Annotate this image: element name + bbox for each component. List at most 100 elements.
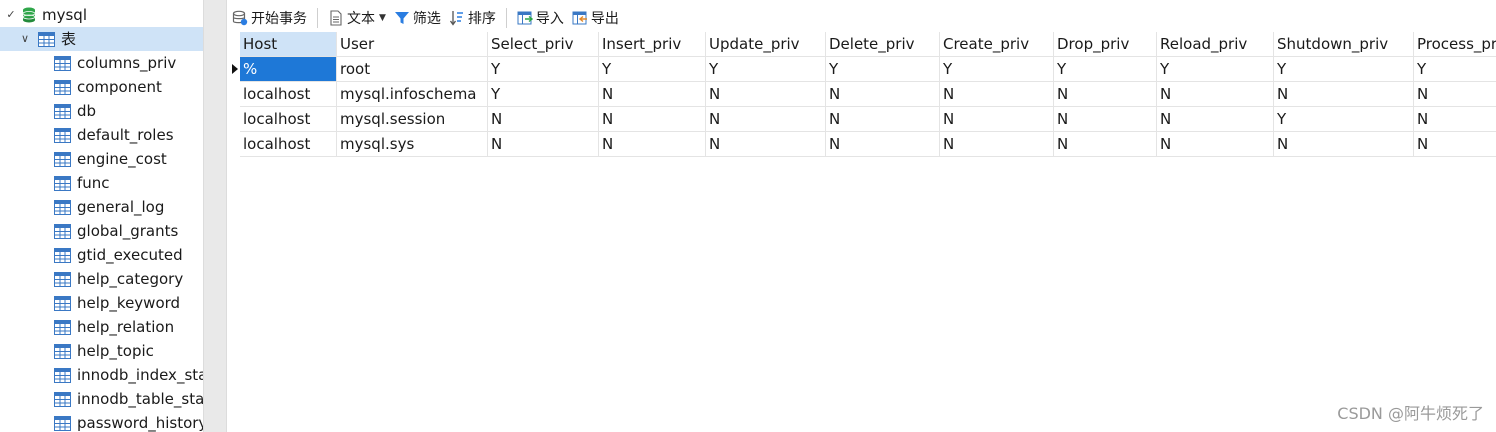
- grid-cell[interactable]: N: [706, 107, 826, 132]
- sidebar-table-item[interactable]: password_history: [54, 411, 203, 432]
- grid-cell[interactable]: Y: [826, 57, 940, 82]
- column-header[interactable]: Insert_priv: [599, 32, 706, 57]
- column-header[interactable]: Select_priv: [488, 32, 599, 57]
- row-indicator[interactable]: [228, 57, 240, 82]
- grid-cell[interactable]: Y: [599, 57, 706, 82]
- grid-cell[interactable]: N: [1157, 82, 1274, 107]
- table-row[interactable]: localhost mysql.infoschema Y N N N N N N N N: [228, 82, 1496, 107]
- chevron-down-icon[interactable]: ∨: [18, 27, 32, 51]
- tables-label: 表: [61, 30, 77, 48]
- grid-cell[interactable]: N: [599, 107, 706, 132]
- grid-cell[interactable]: Y: [488, 57, 599, 82]
- export-label: 导出: [590, 11, 619, 27]
- grid-cell[interactable]: N: [1054, 107, 1157, 132]
- column-header[interactable]: Shutdown_priv: [1274, 32, 1414, 57]
- grid-cell[interactable]: mysql.sys: [337, 132, 488, 157]
- column-header[interactable]: Process_pr: [1414, 32, 1496, 57]
- column-header[interactable]: Reload_priv: [1157, 32, 1274, 57]
- grid-cell[interactable]: N: [940, 107, 1054, 132]
- column-header[interactable]: Drop_priv: [1054, 32, 1157, 57]
- grid-cell[interactable]: root: [337, 57, 488, 82]
- tree-node-tables[interactable]: ∨ 表: [0, 27, 203, 51]
- grid-cell[interactable]: N: [940, 82, 1054, 107]
- row-indicator[interactable]: [228, 107, 240, 132]
- sidebar-table-item[interactable]: default_roles: [54, 123, 174, 147]
- grid-cell[interactable]: N: [1274, 82, 1414, 107]
- grid-cell[interactable]: N: [940, 132, 1054, 157]
- sidebar-table-item[interactable]: help_topic: [54, 339, 154, 363]
- sidebar-table-item[interactable]: innodb_index_sta: [54, 363, 203, 387]
- sidebar-table-item[interactable]: general_log: [54, 195, 164, 219]
- table-row[interactable]: % root Y Y Y Y Y Y Y Y Y: [228, 57, 1496, 82]
- tree-node-database[interactable]: ✓ mysql: [4, 3, 87, 27]
- grid-cell[interactable]: Y: [940, 57, 1054, 82]
- sidebar-table-item[interactable]: component: [54, 75, 162, 99]
- sidebar-table-item[interactable]: help_relation: [54, 315, 174, 339]
- grid-cell[interactable]: mysql.session: [337, 107, 488, 132]
- sidebar-table-label: columns_priv: [77, 54, 177, 72]
- grid-cell[interactable]: N: [1157, 132, 1274, 157]
- grid-header-row[interactable]: Host User Select_priv Insert_priv Update_pri…: [228, 32, 1496, 57]
- column-header[interactable]: User: [337, 32, 488, 57]
- grid-cell[interactable]: N: [1414, 107, 1496, 132]
- grid-cell[interactable]: Y: [706, 57, 826, 82]
- grid-cell[interactable]: N: [826, 82, 940, 107]
- import-label: 导入: [535, 11, 564, 27]
- dropdown-arrow-icon[interactable]: ▼: [379, 13, 386, 23]
- grid-cell[interactable]: N: [1414, 82, 1496, 107]
- grid-cell[interactable]: N: [706, 82, 826, 107]
- sidebar-table-label: innodb_table_sta: [77, 390, 203, 408]
- column-header[interactable]: Host: [240, 32, 337, 57]
- chevron-down-icon[interactable]: ✓: [4, 3, 18, 27]
- grid-cell[interactable]: N: [1157, 107, 1274, 132]
- row-indicator[interactable]: [228, 132, 240, 157]
- sidebar-table-item[interactable]: help_keyword: [54, 291, 180, 315]
- sort-button[interactable]: 排序: [445, 5, 500, 31]
- grid-cell[interactable]: N: [826, 107, 940, 132]
- row-indicator[interactable]: [228, 82, 240, 107]
- column-header[interactable]: Delete_priv: [826, 32, 940, 57]
- table-row[interactable]: localhost mysql.session N N N N N N N Y N: [228, 107, 1496, 132]
- sidebar-scrollbar[interactable]: [203, 0, 227, 432]
- grid-cell[interactable]: N: [1414, 132, 1496, 157]
- grid-cell[interactable]: N: [1274, 132, 1414, 157]
- sidebar-table-label: db: [77, 102, 97, 120]
- sidebar-table-item[interactable]: engine_cost: [54, 147, 167, 171]
- column-header[interactable]: Update_priv: [706, 32, 826, 57]
- grid-cell[interactable]: N: [1054, 132, 1157, 157]
- grid-cell[interactable]: N: [488, 107, 599, 132]
- grid-cell[interactable]: N: [599, 132, 706, 157]
- sidebar-table-item[interactable]: columns_priv: [54, 51, 176, 75]
- grid-cell[interactable]: Y: [1054, 57, 1157, 82]
- grid-cell[interactable]: N: [826, 132, 940, 157]
- filter-button[interactable]: 筛选: [390, 5, 445, 31]
- grid-cell[interactable]: Y: [1414, 57, 1496, 82]
- grid-cell[interactable]: %: [240, 57, 337, 82]
- grid-cell[interactable]: N: [599, 82, 706, 107]
- import-button[interactable]: 导入: [513, 5, 568, 31]
- sidebar-table-item[interactable]: func: [54, 171, 110, 195]
- export-icon: [572, 10, 588, 26]
- grid-cell[interactable]: Y: [488, 82, 599, 107]
- grid-cell[interactable]: N: [706, 132, 826, 157]
- sidebar-table-item[interactable]: db: [54, 99, 96, 123]
- sidebar-table-item[interactable]: gtid_executed: [54, 243, 183, 267]
- grid-cell[interactable]: N: [1054, 82, 1157, 107]
- table-icon: [54, 55, 71, 71]
- begin-transaction-button[interactable]: 开始事务: [228, 5, 311, 31]
- sidebar-table-item[interactable]: global_grants: [54, 219, 178, 243]
- grid-cell[interactable]: N: [488, 132, 599, 157]
- export-button[interactable]: 导出: [568, 5, 623, 31]
- grid-cell[interactable]: localhost: [240, 107, 337, 132]
- grid-cell[interactable]: localhost: [240, 82, 337, 107]
- grid-cell[interactable]: Y: [1274, 57, 1414, 82]
- column-header[interactable]: Create_priv: [940, 32, 1054, 57]
- sidebar-table-item[interactable]: help_category: [54, 267, 183, 291]
- sidebar-table-item[interactable]: innodb_table_sta: [54, 387, 203, 411]
- grid-cell[interactable]: mysql.infoschema: [337, 82, 488, 107]
- grid-cell[interactable]: localhost: [240, 132, 337, 157]
- grid-cell[interactable]: Y: [1274, 107, 1414, 132]
- grid-cell[interactable]: Y: [1157, 57, 1274, 82]
- text-view-dropdown[interactable]: 文本 ▼: [324, 5, 390, 31]
- table-row[interactable]: localhost mysql.sys N N N N N N N N N: [228, 132, 1496, 157]
